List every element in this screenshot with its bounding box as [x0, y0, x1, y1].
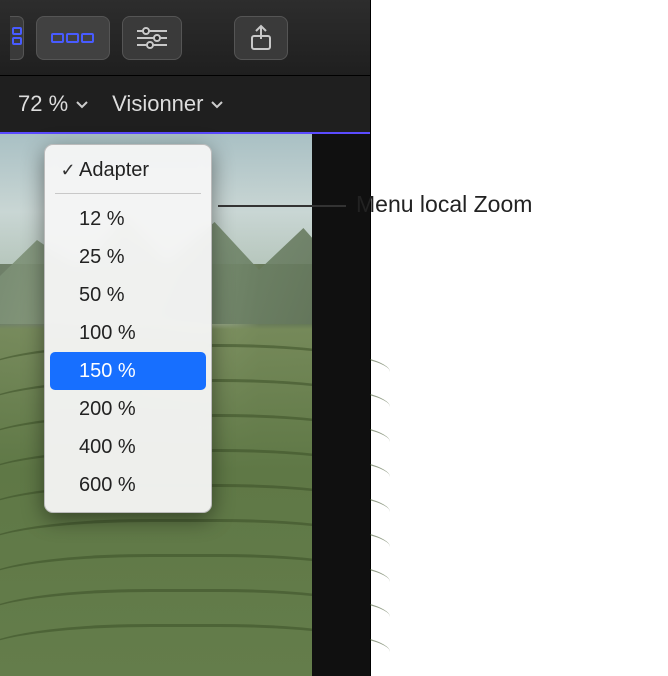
zoom-option-25[interactable]: 25 % [45, 238, 211, 276]
zoom-option-50[interactable]: 50 % [45, 276, 211, 314]
callout-label: Menu local Zoom [356, 191, 532, 218]
zoom-option-100[interactable]: 100 % [45, 314, 211, 352]
zoom-option-label: 150 % [79, 360, 136, 383]
zoom-dropdown[interactable]: 72 % [18, 91, 90, 117]
view-mode-button[interactable] [36, 16, 110, 60]
zoom-option-600[interactable]: 600 % [45, 466, 211, 504]
adjustments-button[interactable] [122, 16, 182, 60]
zoom-option-label: Adapter [79, 159, 149, 182]
chevron-down-icon [209, 96, 225, 112]
zoom-option-label: 12 % [79, 208, 125, 231]
secondary-toolbar: 72 % Visionner [0, 76, 370, 134]
zoom-option-400[interactable]: 400 % [45, 428, 211, 466]
share-button[interactable] [234, 16, 288, 60]
zoom-option-label: 25 % [79, 246, 125, 269]
zoom-option-label: 50 % [79, 284, 125, 307]
zoom-option-label: 100 % [79, 322, 136, 345]
menu-separator [55, 193, 201, 194]
zoom-option-fit[interactable]: ✓ Adapter [45, 151, 211, 189]
zoom-option-label: 200 % [79, 398, 136, 421]
zoom-value: 72 % [18, 91, 68, 117]
checkmark-icon: ✓ [57, 160, 79, 181]
chevron-down-icon [74, 96, 90, 112]
main-toolbar [0, 0, 370, 76]
zoom-option-12[interactable]: 12 % [45, 200, 211, 238]
sidebar-toggle-button[interactable] [10, 16, 24, 60]
zoom-option-200[interactable]: 200 % [45, 390, 211, 428]
zoom-option-150[interactable]: 150 % [50, 352, 206, 390]
view-dropdown[interactable]: Visionner [112, 91, 225, 117]
zoom-menu: ✓ Adapter 12 % 25 % 50 % 100 % 150 % 200… [44, 144, 212, 513]
viewport-edge [312, 134, 370, 676]
zoom-option-label: 400 % [79, 436, 136, 459]
view-label: Visionner [112, 91, 203, 117]
zoom-option-label: 600 % [79, 474, 136, 497]
